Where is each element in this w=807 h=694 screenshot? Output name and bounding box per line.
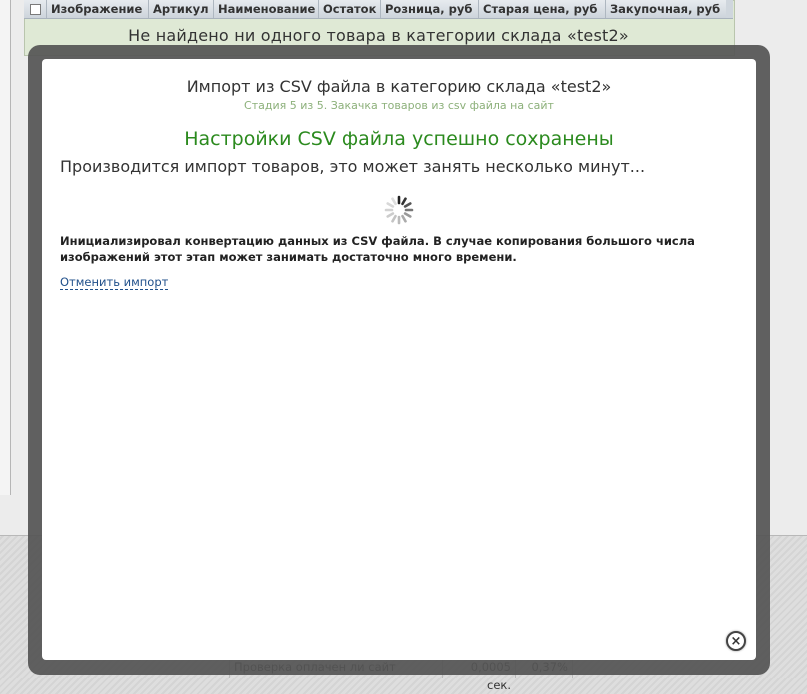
import-info-message: Инициализировал конвертацию данных из CS… [60,234,695,264]
modal-title: Импорт из CSV файла в категорию склада «… [186,77,612,96]
success-message: Настройки CSV файла успешно сохранены [184,128,614,150]
select-all-checkbox[interactable] [29,3,41,15]
column-header-name[interactable]: Наименование [214,0,319,18]
column-header-retail-price[interactable]: Розница, руб [381,0,479,18]
close-icon[interactable]: × [726,631,746,651]
select-all-checkbox-cell [24,0,47,18]
column-header-sku[interactable]: Артикул [149,0,214,18]
cancel-import-link[interactable]: Отменить импорт [60,276,169,290]
products-table-header: Изображение Артикул Наименование Остаток… [24,0,733,19]
column-header-old-price[interactable]: Старая цена, руб [479,0,606,18]
loading-spinner-icon [384,195,414,225]
progress-message: Производится импорт товаров, это может з… [60,157,646,176]
empty-table-message: Не найдено ни одного товара в категории … [128,26,629,45]
column-header-image[interactable]: Изображение [47,0,149,18]
column-header-purchase-price[interactable]: Закупочная, руб [606,0,726,18]
column-header-stock[interactable]: Остаток [319,0,381,18]
left-sidebar-edge [0,0,11,495]
modal-stage-subtitle: Стадия 5 из 5. Закачка товаров из csv фа… [244,99,554,112]
